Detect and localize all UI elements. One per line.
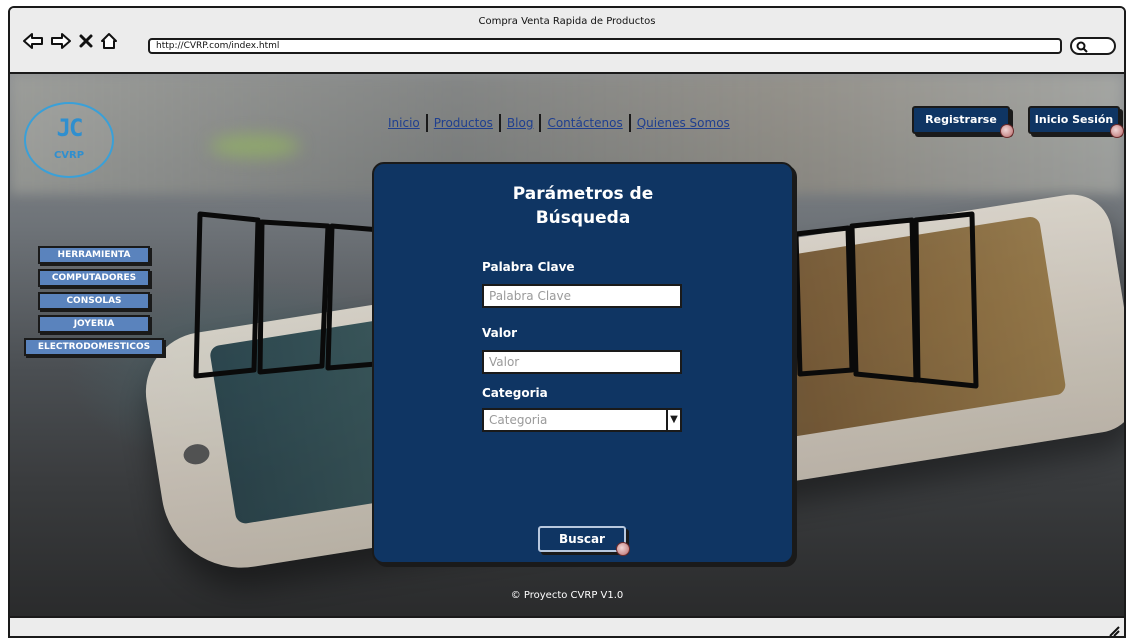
value-label: Valor: [482, 326, 518, 340]
browser-search-button[interactable]: [1070, 37, 1116, 55]
flag-badge-icon: [616, 542, 630, 556]
resize-grip-icon[interactable]: [1108, 622, 1120, 636]
browser-window: Compra Venta Rapida de Productos http://…: [8, 6, 1126, 638]
category-menu: HERRAMIENTA COMPUTADORES CONSOLAS JOYERI…: [24, 246, 164, 361]
nav-link-productos[interactable]: Productos: [430, 116, 497, 130]
register-button[interactable]: Registrarse: [912, 106, 1014, 138]
flag-badge-icon: [1000, 124, 1014, 138]
logo-text: CVRP: [53, 150, 85, 161]
nav-link-blog[interactable]: Blog: [503, 116, 538, 130]
search-panel-title: Parámetros de Búsqueda: [374, 182, 792, 230]
nav-separator: [628, 114, 631, 132]
nav-separator: [425, 114, 428, 132]
category-herramienta[interactable]: HERRAMIENTA: [38, 246, 150, 264]
status-bar: [10, 616, 1124, 636]
stop-x-icon[interactable]: [78, 33, 94, 49]
logo-mark: JC: [56, 114, 84, 142]
login-button-label: Inicio Sesión: [1034, 113, 1114, 126]
browser-nav-controls: [22, 32, 118, 50]
category-computadores[interactable]: COMPUTADORES: [38, 269, 150, 287]
browser-chrome: Compra Venta Rapida de Productos http://…: [10, 8, 1124, 74]
value-input[interactable]: Valor: [482, 350, 682, 374]
nav-separator: [539, 114, 542, 132]
category-electrodomesticos[interactable]: ELECTRODOMESTICOS: [24, 338, 164, 356]
flag-badge-icon: [1110, 124, 1124, 138]
nav-link-contactenos[interactable]: Contáctenos: [543, 116, 626, 130]
forward-arrow-icon[interactable]: [50, 32, 72, 50]
chevron-down-icon[interactable]: ▼: [666, 408, 682, 432]
phone-port: [182, 442, 211, 467]
nav-separator: [498, 114, 501, 132]
home-icon[interactable]: [100, 32, 118, 50]
window-title: Compra Venta Rapida de Productos: [478, 16, 656, 27]
search-submit-label: Buscar: [559, 532, 605, 546]
search-panel-title-line2: Búsqueda: [535, 208, 631, 228]
category-select-value: Categoria: [489, 413, 548, 427]
nav-link-inicio[interactable]: Inicio: [384, 116, 424, 130]
back-arrow-icon[interactable]: [22, 32, 44, 50]
background-highlight: [210, 134, 300, 158]
register-button-label: Registrarse: [925, 113, 997, 126]
search-submit-button[interactable]: Buscar: [538, 526, 630, 556]
category-select[interactable]: Categoria ▼: [482, 408, 682, 432]
url-bar[interactable]: http://CVRP.com/index.html: [148, 38, 1062, 54]
top-navigation: Inicio Productos Blog Contáctenos Quiene…: [384, 114, 734, 132]
keyword-input[interactable]: Palabra Clave: [482, 284, 682, 308]
search-panel-title-line1: Parámetros de: [512, 184, 654, 204]
page-content: JC CVRP Inicio Productos Blog Contácteno…: [10, 74, 1124, 616]
category-joyeria[interactable]: JOYERIA: [38, 315, 150, 333]
footer-text: © Proyecto CVRP V1.0: [510, 590, 624, 601]
login-button[interactable]: Inicio Sesión: [1028, 106, 1124, 138]
nav-link-quienes-somos[interactable]: Quienes Somos: [633, 116, 734, 130]
category-label: Categoria: [482, 386, 548, 400]
search-panel: Parámetros de Búsqueda Palabra Clave Pal…: [372, 162, 794, 564]
site-logo[interactable]: JC CVRP: [24, 102, 114, 178]
keyword-label: Palabra Clave: [482, 260, 575, 274]
category-consolas[interactable]: CONSOLAS: [38, 292, 150, 310]
